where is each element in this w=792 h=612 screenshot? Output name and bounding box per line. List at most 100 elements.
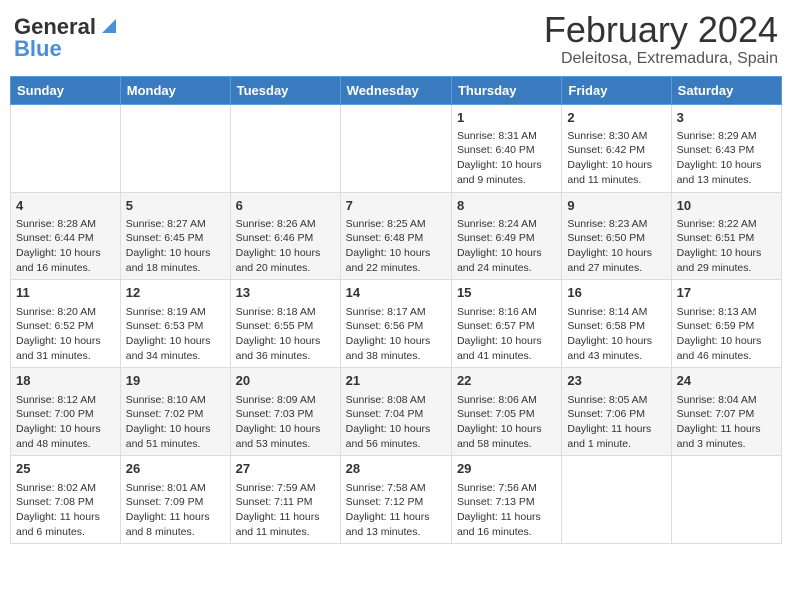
- calendar-cell: 22 Sunrise: 8:06 AM Sunset: 7:05 PM Dayli…: [451, 368, 561, 456]
- calendar-header-friday: Friday: [562, 76, 671, 104]
- calendar-cell: 20 Sunrise: 8:09 AM Sunset: 7:03 PM Dayli…: [230, 368, 340, 456]
- calendar-cell: [562, 456, 671, 544]
- day-number: 12: [126, 284, 225, 302]
- day-content: Sunrise: 8:05 AM Sunset: 7:06 PM Dayligh…: [567, 393, 665, 452]
- day-content: Sunrise: 8:23 AM Sunset: 6:50 PM Dayligh…: [567, 217, 665, 276]
- calendar-cell: 8 Sunrise: 8:24 AM Sunset: 6:49 PM Daylig…: [451, 192, 561, 280]
- day-number: 1: [457, 109, 556, 127]
- calendar-cell: 17 Sunrise: 8:13 AM Sunset: 6:59 PM Dayli…: [671, 280, 781, 368]
- calendar-header-row: SundayMondayTuesdayWednesdayThursdayFrid…: [11, 76, 782, 104]
- calendar-cell: 3 Sunrise: 8:29 AM Sunset: 6:43 PM Daylig…: [671, 104, 781, 192]
- calendar-cell: 15 Sunrise: 8:16 AM Sunset: 6:57 PM Dayli…: [451, 280, 561, 368]
- day-number: 16: [567, 284, 665, 302]
- day-content: Sunrise: 8:22 AM Sunset: 6:51 PM Dayligh…: [677, 217, 776, 276]
- day-content: Sunrise: 8:04 AM Sunset: 7:07 PM Dayligh…: [677, 393, 776, 452]
- day-number: 19: [126, 372, 225, 390]
- day-number: 15: [457, 284, 556, 302]
- day-number: 26: [126, 460, 225, 478]
- day-number: 24: [677, 372, 776, 390]
- day-number: 9: [567, 197, 665, 215]
- calendar-cell: 19 Sunrise: 8:10 AM Sunset: 7:02 PM Dayli…: [120, 368, 230, 456]
- calendar-cell: 23 Sunrise: 8:05 AM Sunset: 7:06 PM Dayli…: [562, 368, 671, 456]
- day-content: Sunrise: 8:29 AM Sunset: 6:43 PM Dayligh…: [677, 129, 776, 188]
- day-number: 3: [677, 109, 776, 127]
- day-number: 2: [567, 109, 665, 127]
- calendar-week-row: 1 Sunrise: 8:31 AM Sunset: 6:40 PM Daylig…: [11, 104, 782, 192]
- day-number: 18: [16, 372, 115, 390]
- day-content: Sunrise: 8:31 AM Sunset: 6:40 PM Dayligh…: [457, 129, 556, 188]
- calendar-cell: 26 Sunrise: 8:01 AM Sunset: 7:09 PM Dayli…: [120, 456, 230, 544]
- calendar-cell: 4Sunrise: 8:28 AM Sunset: 6:44 PM Daylig…: [11, 192, 121, 280]
- day-number: 23: [567, 372, 665, 390]
- calendar-cell: 16 Sunrise: 8:14 AM Sunset: 6:58 PM Dayli…: [562, 280, 671, 368]
- day-content: Sunrise: 8:24 AM Sunset: 6:49 PM Dayligh…: [457, 217, 556, 276]
- header: General Blue February 2024 Deleitosa, Ex…: [10, 10, 782, 68]
- calendar-cell: [671, 456, 781, 544]
- calendar-cell: 9 Sunrise: 8:23 AM Sunset: 6:50 PM Daylig…: [562, 192, 671, 280]
- day-content: Sunrise: 8:01 AM Sunset: 7:09 PM Dayligh…: [126, 481, 225, 540]
- day-number: 5: [126, 197, 225, 215]
- calendar-cell: [120, 104, 230, 192]
- day-number: 27: [236, 460, 335, 478]
- day-content: Sunrise: 8:06 AM Sunset: 7:05 PM Dayligh…: [457, 393, 556, 452]
- calendar-week-row: 4Sunrise: 8:28 AM Sunset: 6:44 PM Daylig…: [11, 192, 782, 280]
- calendar-cell: 1 Sunrise: 8:31 AM Sunset: 6:40 PM Daylig…: [451, 104, 561, 192]
- day-number: 6: [236, 197, 335, 215]
- calendar-cell: 7 Sunrise: 8:25 AM Sunset: 6:48 PM Daylig…: [340, 192, 451, 280]
- day-content: Sunrise: 8:27 AM Sunset: 6:45 PM Dayligh…: [126, 217, 225, 276]
- calendar-cell: [11, 104, 121, 192]
- day-number: 7: [346, 197, 446, 215]
- calendar-cell: 13 Sunrise: 8:18 AM Sunset: 6:55 PM Dayli…: [230, 280, 340, 368]
- calendar-header-tuesday: Tuesday: [230, 76, 340, 104]
- day-number: 21: [346, 372, 446, 390]
- day-number: 17: [677, 284, 776, 302]
- day-content: Sunrise: 8:13 AM Sunset: 6:59 PM Dayligh…: [677, 305, 776, 364]
- day-number: 22: [457, 372, 556, 390]
- day-content: Sunrise: 8:26 AM Sunset: 6:46 PM Dayligh…: [236, 217, 335, 276]
- day-number: 28: [346, 460, 446, 478]
- day-number: 29: [457, 460, 556, 478]
- calendar-header-thursday: Thursday: [451, 76, 561, 104]
- calendar-header-saturday: Saturday: [671, 76, 781, 104]
- calendar-cell: [230, 104, 340, 192]
- calendar-cell: 25 Sunrise: 8:02 AM Sunset: 7:08 PM Dayli…: [11, 456, 121, 544]
- day-content: Sunrise: 8:19 AM Sunset: 6:53 PM Dayligh…: [126, 305, 225, 364]
- calendar-cell: 5 Sunrise: 8:27 AM Sunset: 6:45 PM Daylig…: [120, 192, 230, 280]
- day-content: Sunrise: 8:16 AM Sunset: 6:57 PM Dayligh…: [457, 305, 556, 364]
- logo-triangle-icon: [98, 15, 118, 35]
- day-content: Sunrise: 8:09 AM Sunset: 7:03 PM Dayligh…: [236, 393, 335, 452]
- day-content: Sunrise: 7:56 AM Sunset: 7:13 PM Dayligh…: [457, 481, 556, 540]
- day-content: Sunrise: 8:25 AM Sunset: 6:48 PM Dayligh…: [346, 217, 446, 276]
- day-number: 8: [457, 197, 556, 215]
- day-content: Sunrise: 7:59 AM Sunset: 7:11 PM Dayligh…: [236, 481, 335, 540]
- logo: General Blue: [14, 16, 118, 60]
- calendar-cell: 27 Sunrise: 7:59 AM Sunset: 7:11 PM Dayli…: [230, 456, 340, 544]
- calendar-cell: 6 Sunrise: 8:26 AM Sunset: 6:46 PM Daylig…: [230, 192, 340, 280]
- day-number: 13: [236, 284, 335, 302]
- calendar-cell: 12 Sunrise: 8:19 AM Sunset: 6:53 PM Dayli…: [120, 280, 230, 368]
- calendar-cell: 21 Sunrise: 8:08 AM Sunset: 7:04 PM Dayli…: [340, 368, 451, 456]
- calendar-week-row: 25 Sunrise: 8:02 AM Sunset: 7:08 PM Dayli…: [11, 456, 782, 544]
- day-content: Sunrise: 8:02 AM Sunset: 7:08 PM Dayligh…: [16, 481, 115, 540]
- day-number: 4: [16, 197, 115, 215]
- calendar-cell: 14Sunrise: 8:17 AM Sunset: 6:56 PM Dayli…: [340, 280, 451, 368]
- calendar-table: SundayMondayTuesdayWednesdayThursdayFrid…: [10, 76, 782, 545]
- month-title: February 2024: [544, 10, 778, 50]
- calendar-header-wednesday: Wednesday: [340, 76, 451, 104]
- calendar-cell: 29 Sunrise: 7:56 AM Sunset: 7:13 PM Dayli…: [451, 456, 561, 544]
- day-content: Sunrise: 8:12 AM Sunset: 7:00 PM Dayligh…: [16, 393, 115, 452]
- day-number: 25: [16, 460, 115, 478]
- calendar-header-sunday: Sunday: [11, 76, 121, 104]
- logo-general-text: General: [14, 16, 96, 38]
- calendar-cell: 11Sunrise: 8:20 AM Sunset: 6:52 PM Dayli…: [11, 280, 121, 368]
- day-content: Sunrise: 8:14 AM Sunset: 6:58 PM Dayligh…: [567, 305, 665, 364]
- day-content: Sunrise: 8:08 AM Sunset: 7:04 PM Dayligh…: [346, 393, 446, 452]
- calendar-week-row: 18 Sunrise: 8:12 AM Sunset: 7:00 PM Dayli…: [11, 368, 782, 456]
- calendar-cell: 18 Sunrise: 8:12 AM Sunset: 7:00 PM Dayli…: [11, 368, 121, 456]
- calendar-cell: 28 Sunrise: 7:58 AM Sunset: 7:12 PM Dayli…: [340, 456, 451, 544]
- day-content: Sunrise: 8:10 AM Sunset: 7:02 PM Dayligh…: [126, 393, 225, 452]
- day-content: Sunrise: 7:58 AM Sunset: 7:12 PM Dayligh…: [346, 481, 446, 540]
- day-content: Sunrise: 8:18 AM Sunset: 6:55 PM Dayligh…: [236, 305, 335, 364]
- day-number: 20: [236, 372, 335, 390]
- day-number: 14: [346, 284, 446, 302]
